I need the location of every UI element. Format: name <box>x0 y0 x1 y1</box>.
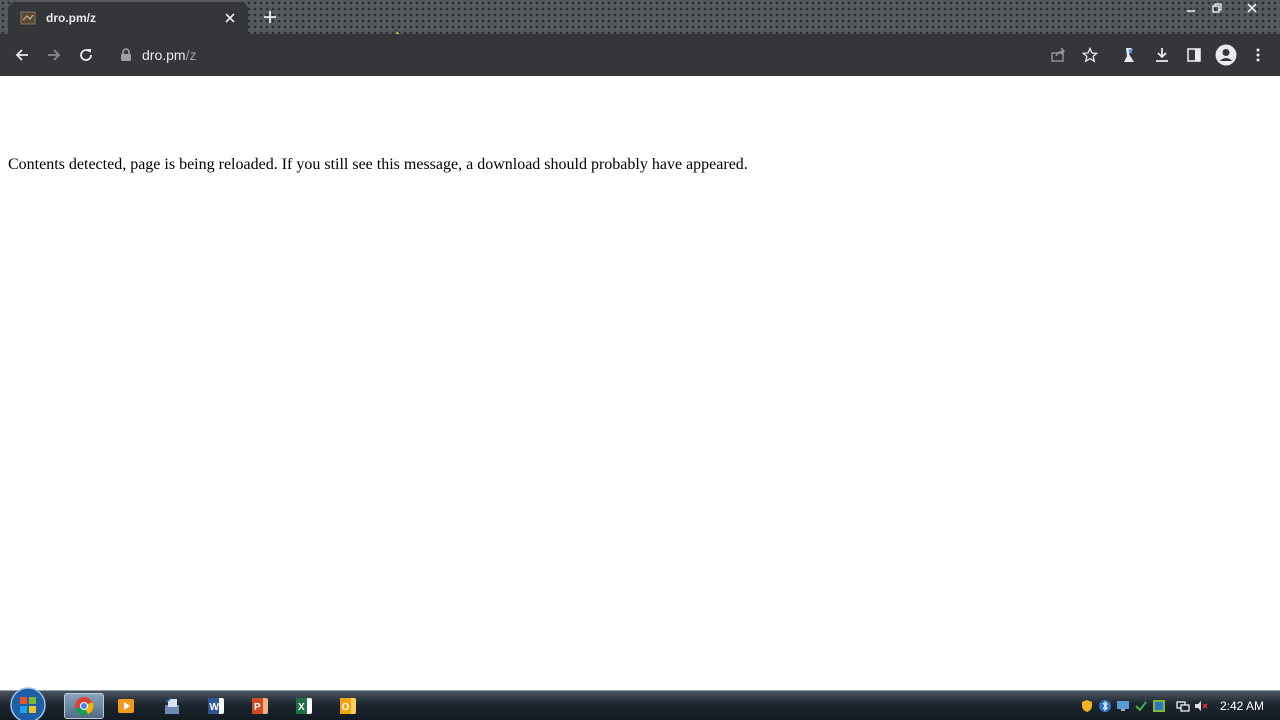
close-window-button[interactable] <box>1232 0 1272 16</box>
taskbar-word[interactable]: W <box>196 693 236 719</box>
powerpoint-icon: P <box>252 698 268 714</box>
share-icon <box>1051 47 1065 62</box>
taskbar-media-player[interactable] <box>106 693 146 719</box>
extension-icon <box>1124 48 1134 62</box>
profile-icon <box>1215 44 1237 66</box>
downloads-button[interactable] <box>1146 39 1178 71</box>
forward-icon <box>48 49 61 61</box>
forward-button[interactable] <box>38 39 70 71</box>
outlook-icon: O <box>340 698 356 714</box>
start-button[interactable] <box>8 687 48 720</box>
page-favicon-icon <box>20 11 36 25</box>
windows-logo-icon <box>10 687 46 720</box>
tab-title: dro.pm/z <box>46 11 96 25</box>
back-button[interactable] <box>6 39 38 71</box>
close-tab-icon[interactable] <box>222 10 238 26</box>
address-bar[interactable]: dro.pm/z <box>108 39 1038 71</box>
title-bar: dro.pm/z <box>0 0 1280 34</box>
menu-icon <box>1256 48 1260 62</box>
taskbar-outlook[interactable]: O <box>328 693 368 719</box>
system-tray: 2:42 AM <box>1078 691 1280 720</box>
bookmark-button[interactable] <box>1074 39 1106 71</box>
url-host: dro.pm <box>142 47 186 63</box>
svg-text:X: X <box>298 702 305 713</box>
extension-button[interactable] <box>1113 39 1145 71</box>
browser-toolbar: dro.pm/z <box>0 34 1280 76</box>
share-button[interactable] <box>1042 39 1074 71</box>
side-panel-icon <box>1187 48 1201 62</box>
download-icon <box>1156 48 1168 62</box>
url-path: /z <box>185 47 197 63</box>
action-center-icon[interactable] <box>1176 699 1190 713</box>
star-icon <box>1082 47 1098 63</box>
svg-text:O: O <box>342 702 350 713</box>
security-shield-icon[interactable] <box>1080 699 1094 713</box>
menu-button[interactable] <box>1242 39 1274 71</box>
display-icon[interactable] <box>1116 699 1130 713</box>
word-icon: W <box>208 698 224 714</box>
window-controls <box>1180 0 1272 18</box>
page-content: Contents detected, page is being reloade… <box>0 76 1280 690</box>
svg-text:W: W <box>210 702 220 713</box>
new-tab-button[interactable] <box>258 6 282 28</box>
side-panel-button[interactable] <box>1178 39 1210 71</box>
browser-tab[interactable]: dro.pm/z <box>8 2 248 34</box>
back-icon <box>15 49 28 61</box>
chrome-icon <box>75 697 94 716</box>
taskbar-file-manager[interactable] <box>152 693 192 719</box>
taskbar-excel[interactable]: X <box>284 693 324 719</box>
taskbar-powerpoint[interactable]: P <box>240 693 280 719</box>
plus-icon <box>264 11 276 23</box>
network-status-icon[interactable] <box>1152 699 1166 713</box>
url-text: dro.pm/z <box>142 47 196 63</box>
reload-button[interactable] <box>70 39 102 71</box>
svg-text:P: P <box>254 702 261 713</box>
taskbar: W P X O 2:42 AM <box>0 687 1280 720</box>
media-player-icon <box>118 699 134 713</box>
bluetooth-icon[interactable] <box>1098 699 1112 713</box>
profile-button[interactable] <box>1210 39 1242 71</box>
volume-muted-icon[interactable] <box>1194 699 1208 713</box>
taskbar-clock[interactable]: 2:42 AM <box>1220 699 1264 713</box>
excel-icon: X <box>296 698 312 714</box>
lock-icon <box>121 48 131 61</box>
taskbar-chrome[interactable] <box>64 693 104 719</box>
reload-message: Contents detected, page is being reloade… <box>8 156 748 173</box>
reload-icon <box>80 49 92 61</box>
restore-button[interactable] <box>1206 0 1228 16</box>
checkmark-icon[interactable] <box>1134 699 1148 713</box>
minimize-button[interactable] <box>1180 0 1202 16</box>
file-manager-icon <box>165 697 179 714</box>
